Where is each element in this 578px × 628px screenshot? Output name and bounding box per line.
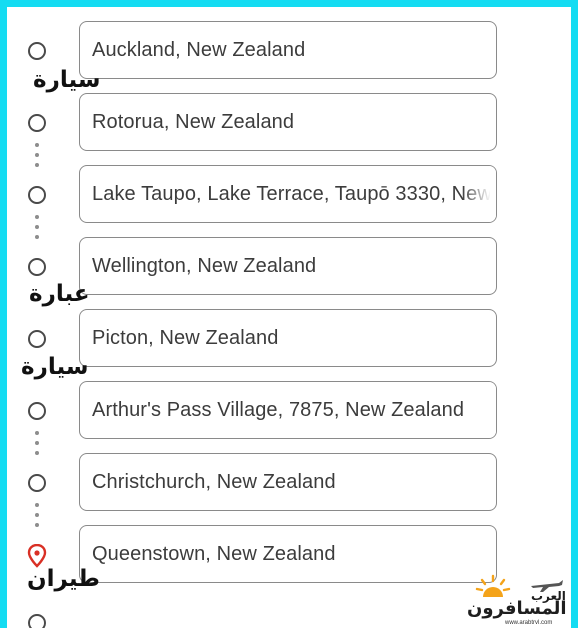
circle-waypoint-icon	[28, 186, 46, 204]
circle-waypoint-icon	[28, 330, 46, 348]
circle-waypoint-icon	[28, 402, 46, 420]
logo-sun-icon	[475, 574, 511, 597]
stop-label: Picton, New Zealand	[92, 327, 279, 349]
route-panel: Auckland, New Zealand Rotorua, New Zeala…	[7, 7, 571, 628]
logo-url: www.arabtrvl.com	[505, 620, 553, 626]
stop-field-queenstown[interactable]: Queenstown, New Zealand	[79, 525, 497, 583]
stop-field-auckland[interactable]: Auckland, New Zealand	[79, 21, 497, 79]
stop-field-arthurs-pass[interactable]: Arthur's Pass Village, 7875, New Zealand	[79, 381, 497, 439]
stop-field-picton[interactable]: Picton, New Zealand	[79, 309, 497, 367]
stop-field-rotorua[interactable]: Rotorua, New Zealand	[79, 93, 497, 151]
route-connector	[35, 143, 39, 173]
annotation-ferry: عبارة	[29, 281, 90, 307]
route-connector	[35, 431, 39, 461]
logo-text-main: المسافرون	[467, 598, 567, 619]
stop-field-christchurch[interactable]: Christchurch, New Zealand	[79, 453, 497, 511]
watermark-logo: العرب المسافرون www.arabtrvl.com	[463, 573, 571, 628]
annotation-car: سيارة	[21, 354, 89, 380]
circle-waypoint-icon	[28, 474, 46, 492]
circle-waypoint-icon	[28, 42, 46, 60]
circle-waypoint-icon	[28, 614, 46, 628]
stop-label: Queenstown, New Zealand	[92, 543, 336, 565]
stop-label: Wellington, New Zealand	[92, 255, 317, 277]
stop-label: Christchurch, New Zealand	[92, 471, 336, 493]
route-connector	[35, 215, 39, 245]
stop-label: Lake Taupo, Lake Terrace, Taupō 3330, Ne…	[92, 183, 490, 205]
annotation-car: سيارة	[33, 67, 101, 93]
circle-waypoint-icon	[28, 258, 46, 276]
route-connector	[35, 503, 39, 533]
stop-field-wellington[interactable]: Wellington, New Zealand	[79, 237, 497, 295]
map-pin-icon	[27, 544, 47, 568]
stop-label: Arthur's Pass Village, 7875, New Zealand	[92, 399, 465, 421]
annotation-flight: طيران	[27, 566, 100, 592]
circle-waypoint-icon	[28, 114, 46, 132]
stop-label: Rotorua, New Zealand	[92, 111, 295, 133]
stop-label: Auckland, New Zealand	[92, 39, 306, 61]
stop-field-lake-taupo[interactable]: Lake Taupo, Lake Terrace, Taupō 3330, Ne…	[79, 165, 497, 223]
